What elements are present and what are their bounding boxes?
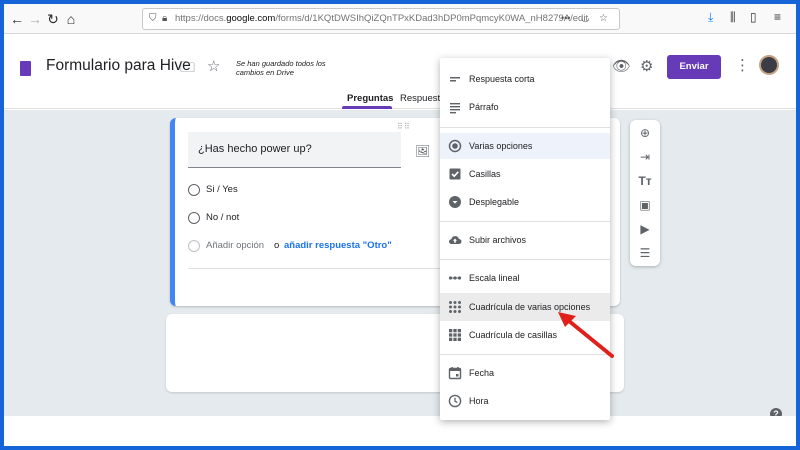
menu-item-hora[interactable]: Hora xyxy=(440,388,610,414)
clock-icon xyxy=(448,394,462,408)
dropdown-circle-icon xyxy=(449,196,461,208)
forms-header: Formulario para Hive 🗀 ☆ Se han guardado… xyxy=(4,35,796,109)
add-question-icon[interactable]: ⊕ xyxy=(630,126,660,140)
menu-divider xyxy=(440,221,610,222)
add-image-icon[interactable]: ▣ xyxy=(630,198,660,212)
add-section-icon[interactable]: ☰ xyxy=(630,246,660,260)
option-label[interactable]: No / not xyxy=(206,212,239,223)
add-image-icon[interactable]: 🖼︎ xyxy=(415,144,430,158)
folder-icon[interactable]: 🗀 xyxy=(180,57,195,82)
library-icon[interactable]: ⫼ xyxy=(730,10,736,25)
hamburger-menu-icon[interactable]: ≡ xyxy=(774,10,781,24)
menu-item-respuesta-corta[interactable]: Respuesta corta xyxy=(440,66,610,92)
annotation-arrow-icon xyxy=(558,312,614,358)
menu-item-escala-lineal[interactable]: Escala lineal xyxy=(440,265,610,291)
menu-item-desplegable[interactable]: Desplegable xyxy=(440,189,610,215)
menu-item-casillas[interactable]: Casillas xyxy=(440,161,610,187)
menu-item-label: Párrafo xyxy=(469,102,499,112)
lock-icon[interactable]: 🔒︎ xyxy=(162,13,167,24)
download-icon[interactable]: ⤓ xyxy=(708,10,713,25)
menu-item-subir-archivos[interactable]: Subir archivos xyxy=(440,227,610,253)
home-icon[interactable]: ⌂ xyxy=(62,10,80,28)
paragraph-icon xyxy=(450,103,460,114)
bookmark-star-icon[interactable]: ☆ xyxy=(599,13,608,24)
short-answer-icon xyxy=(450,77,460,82)
active-tab-indicator xyxy=(342,106,392,109)
menu-divider xyxy=(440,259,610,260)
back-icon[interactable]: ← xyxy=(8,10,26,28)
radio-icon xyxy=(188,212,200,224)
pocket-icon[interactable]: ◡ xyxy=(581,13,590,24)
or-label: o xyxy=(274,240,280,251)
shield-icon[interactable]: ⛉ xyxy=(149,13,157,24)
screen-frame: ← → ↻ ⌂ ⛉ 🔒︎ https://docs.google.com/for… xyxy=(4,4,796,446)
import-questions-icon[interactable]: ⇥ xyxy=(630,150,660,164)
forms-logo-icon[interactable] xyxy=(20,61,31,76)
reload-icon[interactable]: ↻ xyxy=(44,10,62,28)
menu-item-label: Escala lineal xyxy=(469,273,520,283)
menu-item-label: Hora xyxy=(469,396,489,406)
menu-divider xyxy=(440,127,610,128)
send-button[interactable]: Enviar xyxy=(667,55,721,79)
add-other-button[interactable]: añadir respuesta "Otro" xyxy=(284,240,392,251)
menu-item-label: Cuadrícula de casillas xyxy=(469,330,558,340)
preview-eye-icon[interactable]: 👁︎ xyxy=(612,57,631,75)
form-canvas: ⠿⠿ ¿Has hecho power up? 🖼︎ Si / Yes No /… xyxy=(4,110,796,420)
cloud-upload-icon xyxy=(448,236,462,245)
checkbox-icon xyxy=(449,168,461,180)
linear-scale-icon xyxy=(448,276,462,280)
drag-handle-icon[interactable]: ⠿⠿ xyxy=(397,122,411,131)
menu-item-varias-opciones[interactable]: Varias opciones xyxy=(440,133,610,159)
star-icon[interactable]: ☆ xyxy=(207,57,220,75)
side-toolbar: ⊕ ⇥ Tт ▣ ▶ ☰ xyxy=(630,120,660,266)
menu-item-label: Respuesta corta xyxy=(469,74,535,84)
grid-squares-icon xyxy=(449,329,461,341)
url-text: https://docs.google.com/forms/d/1KQtDWSI… xyxy=(175,13,589,24)
option-label[interactable]: Si / Yes xyxy=(206,184,238,195)
page-actions-icon[interactable]: ••• xyxy=(561,13,570,23)
forward-icon[interactable]: → xyxy=(26,10,44,28)
menu-item-parrafo[interactable]: Párrafo xyxy=(440,94,610,120)
form-title[interactable]: Formulario para Hive xyxy=(46,57,191,75)
menu-item-label: Fecha xyxy=(469,368,495,378)
grid-dots-icon xyxy=(449,301,461,313)
add-option-button[interactable]: Añadir opción xyxy=(206,240,264,251)
settings-gear-icon[interactable]: ⚙ xyxy=(640,57,653,75)
bottom-strip xyxy=(4,416,796,446)
address-bar[interactable]: ⛉ 🔒︎ https://docs.google.com/forms/d/1KQ… xyxy=(142,8,620,30)
add-video-icon[interactable]: ▶ xyxy=(630,222,660,236)
calendar-icon xyxy=(448,367,462,380)
menu-item-label: Casillas xyxy=(469,169,501,179)
radio-button-icon xyxy=(448,139,462,153)
browser-toolbar: ← → ↻ ⌂ ⛉ 🔒︎ https://docs.google.com/for… xyxy=(4,4,796,34)
save-status: Se han guardado todos los cambios en Dri… xyxy=(236,59,326,77)
menu-item-label: Subir archivos xyxy=(469,235,527,245)
radio-icon xyxy=(188,240,200,252)
sidebar-icon[interactable]: ▯ xyxy=(750,10,757,24)
question-title: ¿Has hecho power up? xyxy=(198,143,312,155)
menu-item-fecha[interactable]: Fecha xyxy=(440,360,610,386)
title-text-icon[interactable]: Tт xyxy=(630,174,660,188)
radio-icon xyxy=(188,184,200,196)
more-vert-icon[interactable]: ⋮ xyxy=(735,56,750,74)
tab-preguntas[interactable]: Preguntas xyxy=(347,93,393,104)
tab-respuestas[interactable]: Respuesta xyxy=(400,93,445,104)
avatar[interactable] xyxy=(759,55,779,75)
question-type-menu: Respuesta corta Párrafo Varias opciones … xyxy=(440,58,610,420)
question-title-input[interactable]: ¿Has hecho power up? xyxy=(188,132,401,168)
menu-item-label: Desplegable xyxy=(469,197,520,207)
menu-item-label: Varias opciones xyxy=(469,141,533,151)
